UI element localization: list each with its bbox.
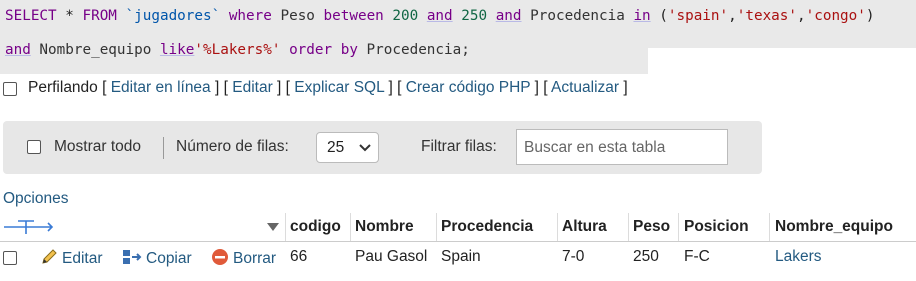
sql-token: Nombre_equipo	[30, 42, 160, 58]
sql-token: (	[650, 8, 668, 24]
pencil-icon	[42, 249, 57, 264]
filter-label: Filtrar filas:	[421, 138, 497, 155]
column-divider	[628, 213, 630, 241]
refresh-link[interactable]: Actualizar	[551, 79, 619, 96]
profiling-checkbox[interactable]	[3, 82, 17, 96]
sql-token: ,	[797, 8, 806, 24]
column-divider	[769, 213, 771, 241]
cell-nombre-equipo[interactable]: Lakers	[775, 248, 822, 266]
column-header-codigo[interactable]: codigo	[290, 218, 341, 236]
navigation-toolbar: Mostrar todo Número de filas: 25 Filtrar…	[3, 121, 762, 174]
sql-token: order by	[280, 42, 367, 58]
sql-token: where	[220, 8, 281, 24]
column-divider	[436, 213, 438, 241]
sql-token: in	[633, 8, 651, 24]
sql-token: 200	[392, 8, 419, 24]
table-row: Editar Copiar Borrar 66 Pau Gasol Spain …	[0, 243, 916, 273]
sql-token: and	[5, 42, 31, 58]
column-header-peso[interactable]: Peso	[633, 218, 670, 236]
cell-posicion[interactable]: F-C	[684, 248, 710, 266]
sql-token: between	[314, 8, 393, 24]
chevron-down-icon	[359, 144, 371, 152]
column-header-procedencia[interactable]: Procedencia	[441, 218, 533, 236]
sql-token: ,	[728, 8, 737, 24]
rows-per-page-value: 25	[327, 139, 345, 156]
sql-token: FROM	[82, 8, 117, 24]
cell-altura[interactable]: 7-0	[562, 248, 584, 266]
column-toggle-arrows-icon[interactable]	[2, 218, 56, 236]
show-all-checkbox[interactable]	[27, 140, 41, 154]
show-all-label[interactable]: Mostrar todo	[54, 138, 141, 156]
column-divider	[285, 213, 287, 241]
table-header: codigo Nombre Procedencia Altura Peso Po…	[0, 213, 916, 242]
delete-icon	[212, 249, 228, 265]
sql-token: Procedencia	[521, 8, 634, 24]
edit-row-button[interactable]: Editar	[40, 248, 103, 268]
row-select-checkbox[interactable]	[3, 251, 17, 265]
cell-codigo[interactable]: 66	[290, 248, 307, 266]
edit-row-label: Editar	[62, 250, 103, 267]
profiling-label[interactable]: Perfilando	[28, 79, 98, 96]
sql-line-1: SELECT * FROM `jugadores` where Peso bet…	[5, 8, 875, 24]
sql-spacer	[648, 48, 916, 74]
sql-token: 'texas'	[736, 8, 798, 24]
sql-token: 'congo'	[805, 8, 866, 24]
column-divider	[350, 213, 352, 241]
sql-token: and	[495, 8, 522, 24]
column-header-altura[interactable]: Altura	[562, 218, 607, 236]
column-header-posicion[interactable]: Posicion	[684, 218, 749, 236]
sql-token: Peso	[280, 8, 315, 24]
delete-row-button[interactable]: Borrar	[211, 248, 276, 268]
column-header-nombre[interactable]: Nombre	[355, 218, 414, 236]
sql-token: 250	[461, 8, 488, 24]
edit-inline-link[interactable]: Editar en línea	[111, 79, 211, 96]
toolbar-divider	[163, 137, 164, 159]
sql-token: and	[426, 8, 453, 24]
explain-sql-link[interactable]: Explicar SQL	[294, 79, 384, 96]
copy-icon	[123, 250, 142, 264]
sql-token: '%Lakers%'	[194, 42, 281, 58]
cell-nombre[interactable]: Pau Gasol	[355, 248, 427, 266]
column-header-nombre-equipo[interactable]: Nombre_equipo	[775, 218, 893, 236]
sort-arrow-down-icon[interactable]	[266, 222, 280, 232]
sql-token: SELECT	[5, 8, 57, 24]
sql-token: 'spain'	[667, 8, 729, 24]
rows-label: Número de filas:	[176, 138, 289, 155]
column-divider	[678, 213, 680, 241]
rows-per-page-select[interactable]: 25	[316, 132, 379, 163]
create-php-link[interactable]: Crear código PHP	[406, 79, 531, 96]
filter-rows-input[interactable]: Buscar en esta tabla	[516, 129, 728, 165]
copy-row-button[interactable]: Copiar	[122, 248, 192, 268]
sql-line-2: and Nombre_equipo like'%Lakers%' order b…	[5, 42, 470, 58]
cell-peso[interactable]: 250	[633, 248, 659, 266]
delete-row-label: Borrar	[233, 250, 277, 267]
sql-token: `jugadores`	[125, 8, 221, 24]
sql-token: like	[159, 42, 195, 58]
sql-token: *	[56, 8, 83, 24]
options-link[interactable]: Opciones	[3, 190, 68, 208]
sql-token: Procedencia;	[366, 42, 470, 58]
sql-token: )	[865, 8, 875, 24]
cell-procedencia[interactable]: Spain	[441, 248, 481, 266]
column-divider	[557, 213, 559, 241]
edit-link[interactable]: Editar	[232, 79, 273, 96]
copy-row-label: Copiar	[146, 250, 192, 267]
